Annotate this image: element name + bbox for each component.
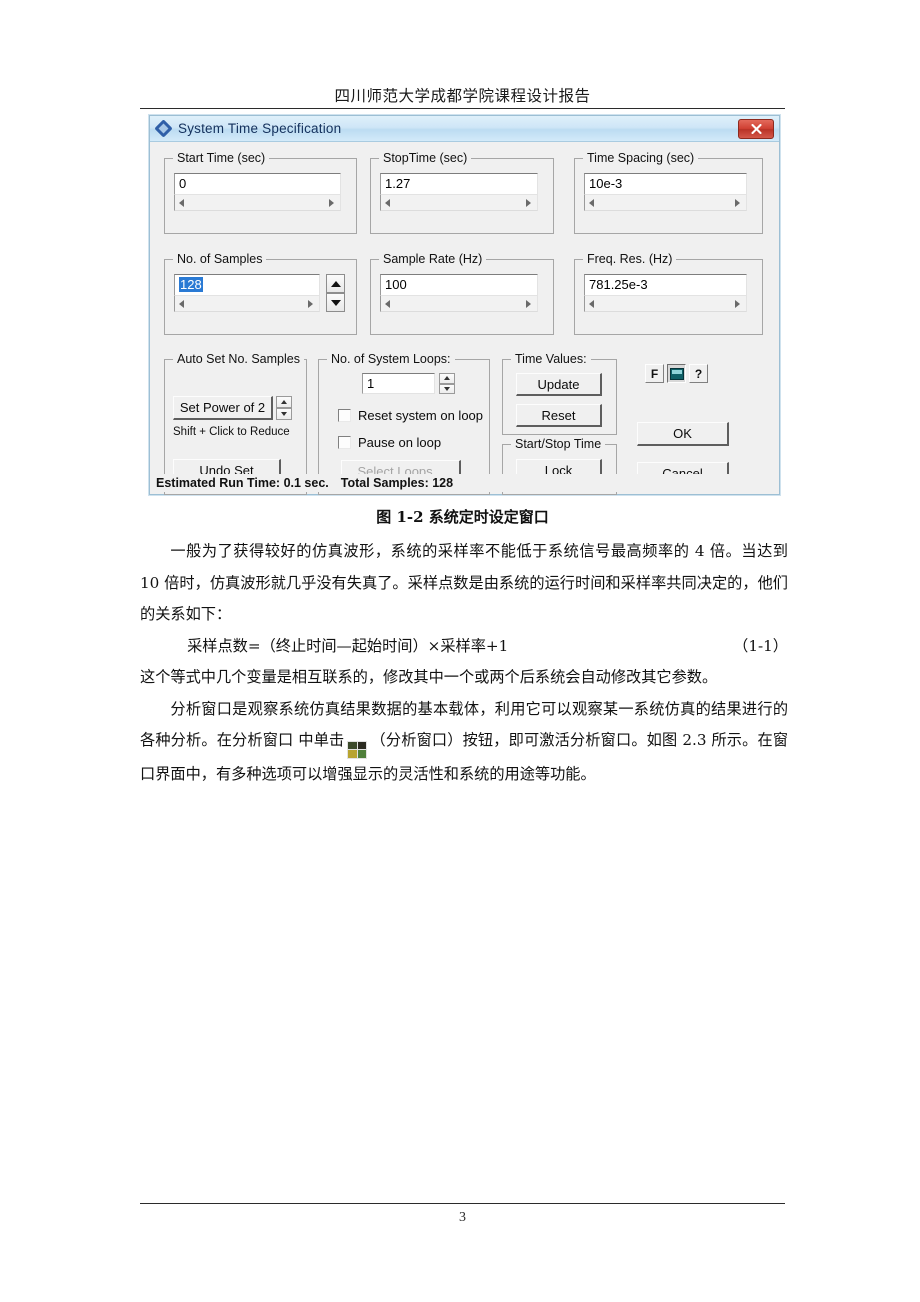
no-of-samples-scrollbar[interactable] [174, 296, 320, 312]
equation-line: 采样点数=（终止时间—起始时间）×采样率+1 （1-1） [140, 631, 788, 663]
time-spacing-scrollbar[interactable] [584, 195, 747, 211]
group-freq-res-label: Freq. Res. (Hz) [583, 252, 677, 266]
paragraph-1: 一般为了获得较好的仿真波形，系统的采样率不能低于系统信号最高频率的 4 倍。当达… [140, 542, 788, 623]
scroll-right-arrow-icon[interactable] [526, 299, 531, 308]
group-start-stop-label: Start/Stop Time [511, 437, 606, 451]
scroll-right-arrow-icon[interactable] [526, 198, 531, 207]
reset-system-on-loop-label: Reset system on loop [358, 408, 484, 423]
dialog-titlebar: System Time Specification [150, 116, 779, 142]
group-time-spacing-label: Time Spacing (sec) [583, 151, 699, 165]
checkbox-box-icon[interactable] [338, 436, 351, 449]
group-freq-res: Freq. Res. (Hz) 781.25e-3 [574, 252, 763, 335]
group-start-time-label: Start Time (sec) [173, 151, 270, 165]
group-system-loops-label: No. of System Loops: [327, 352, 455, 366]
group-time-values-label: Time Values: [511, 352, 591, 366]
running-header: 四川师范大学成都学院课程设计报告 [334, 87, 591, 105]
scroll-right-arrow-icon[interactable] [735, 198, 740, 207]
figure-caption: 图 1-2 系统定时设定窗口 [376, 508, 549, 526]
group-auto-set-label: Auto Set No. Samples [173, 352, 304, 366]
time-spacing-input[interactable]: 10e-3 [584, 173, 747, 195]
update-button[interactable]: Update [516, 373, 602, 396]
group-stop-time: StopTime (sec) 1.27 [370, 151, 554, 234]
freq-res-scrollbar[interactable] [584, 296, 747, 312]
checkbox-box-icon[interactable] [338, 409, 351, 422]
set-power-of-2-button[interactable]: Set Power of 2 [173, 396, 273, 420]
reset-system-on-loop-checkbox[interactable]: Reset system on loop [338, 408, 483, 423]
formula-button[interactable]: F [645, 364, 664, 383]
stepper-down-icon[interactable] [326, 293, 345, 312]
total-samples: Total Samples: 128 [340, 476, 454, 490]
analysis-window-icon [347, 740, 368, 759]
footer-rule [140, 1203, 785, 1204]
no-of-samples-stepper[interactable] [326, 274, 345, 312]
scroll-right-arrow-icon[interactable] [735, 299, 740, 308]
scroll-right-arrow-icon[interactable] [308, 299, 313, 308]
help-button[interactable]: ? [689, 364, 708, 383]
group-start-time: Start Time (sec) 0 [164, 151, 357, 234]
pause-on-loop-checkbox[interactable]: Pause on loop [338, 435, 441, 450]
group-no-of-samples: No. of Samples 128 [164, 252, 357, 335]
stepper-down-icon[interactable] [439, 383, 455, 394]
dialog-body: Start Time (sec) 0 StopTime (sec) 1.27 T… [150, 142, 779, 495]
stepper-up-icon[interactable] [276, 396, 292, 408]
scroll-left-arrow-icon[interactable] [385, 299, 390, 308]
group-sample-rate: Sample Rate (Hz) 100 [370, 252, 554, 335]
stop-time-scrollbar[interactable] [380, 195, 538, 211]
scroll-left-arrow-icon[interactable] [589, 299, 594, 308]
status-bar: Estimated Run Time: 0.1 sec. Total Sampl… [151, 474, 778, 492]
equation-number: （1-1） [733, 636, 788, 655]
scroll-left-arrow-icon[interactable] [385, 198, 390, 207]
system-loops-input[interactable]: 1 [362, 373, 435, 394]
update-button-label: Update [537, 376, 580, 392]
start-time-scrollbar[interactable] [174, 195, 341, 211]
app-diamond-icon [154, 118, 173, 138]
group-time-spacing: Time Spacing (sec) 10e-3 [574, 151, 763, 234]
estimated-run-time: Estimated Run Time: 0.1 sec. [156, 476, 329, 490]
system-time-specification-dialog: System Time Specification Start Time (se… [149, 115, 780, 495]
close-icon[interactable] [738, 118, 774, 139]
stop-time-input[interactable]: 1.27 [380, 173, 538, 195]
set-power-stepper[interactable] [276, 396, 292, 420]
dialog-title: System Time Specification [178, 121, 342, 136]
scroll-right-arrow-icon[interactable] [329, 198, 334, 207]
group-no-of-samples-label: No. of Samples [173, 252, 267, 266]
calculator-icon [669, 367, 684, 380]
scroll-left-arrow-icon[interactable] [589, 198, 594, 207]
system-loops-stepper[interactable] [439, 373, 455, 394]
pause-on-loop-label: Pause on loop [358, 435, 442, 450]
stepper-down-icon[interactable] [276, 408, 292, 420]
group-stop-time-label: StopTime (sec) [379, 151, 472, 165]
sample-rate-input[interactable]: 100 [380, 274, 538, 296]
stepper-up-icon[interactable] [439, 373, 455, 384]
stepper-up-icon[interactable] [326, 274, 345, 293]
sample-rate-scrollbar[interactable] [380, 296, 538, 312]
equation-text: 采样点数=（终止时间—起始时间）×采样率+1 [187, 636, 509, 655]
reset-button[interactable]: Reset [516, 404, 602, 427]
ok-button[interactable]: OK [637, 422, 729, 446]
reset-button-label: Reset [541, 407, 576, 423]
group-time-values: Time Values: Update Reset [502, 352, 617, 435]
no-of-samples-value: 128 [179, 277, 203, 292]
scroll-left-arrow-icon[interactable] [179, 198, 184, 207]
scroll-left-arrow-icon[interactable] [179, 299, 184, 308]
paragraph-3: 分析窗口是观察系统仿真结果数据的基本载体，利用它可以观察某一系统仿真的结果进行的… [140, 694, 788, 791]
freq-res-input[interactable]: 781.25e-3 [584, 274, 747, 296]
header-rule [140, 108, 785, 109]
paragraph-2: 这个等式中几个变量是相互联系的，修改其中一个或两个后系统会自动修改其它参数。 [140, 668, 718, 686]
calculator-button[interactable] [667, 364, 686, 383]
start-time-input[interactable]: 0 [174, 173, 341, 195]
group-sample-rate-label: Sample Rate (Hz) [379, 252, 487, 266]
no-of-samples-input[interactable]: 128 [174, 274, 320, 296]
tiny-toolbar: F ? [645, 364, 711, 383]
document-page: 四川师范大学成都学院课程设计报告 System Time Specificati… [0, 0, 920, 1302]
body-text: 一般为了获得较好的仿真波形，系统的采样率不能低于系统信号最高频率的 4 倍。当达… [140, 536, 788, 790]
page-number: 3 [459, 1210, 466, 1225]
auto-set-hint: Shift + Click to Reduce [173, 426, 290, 438]
